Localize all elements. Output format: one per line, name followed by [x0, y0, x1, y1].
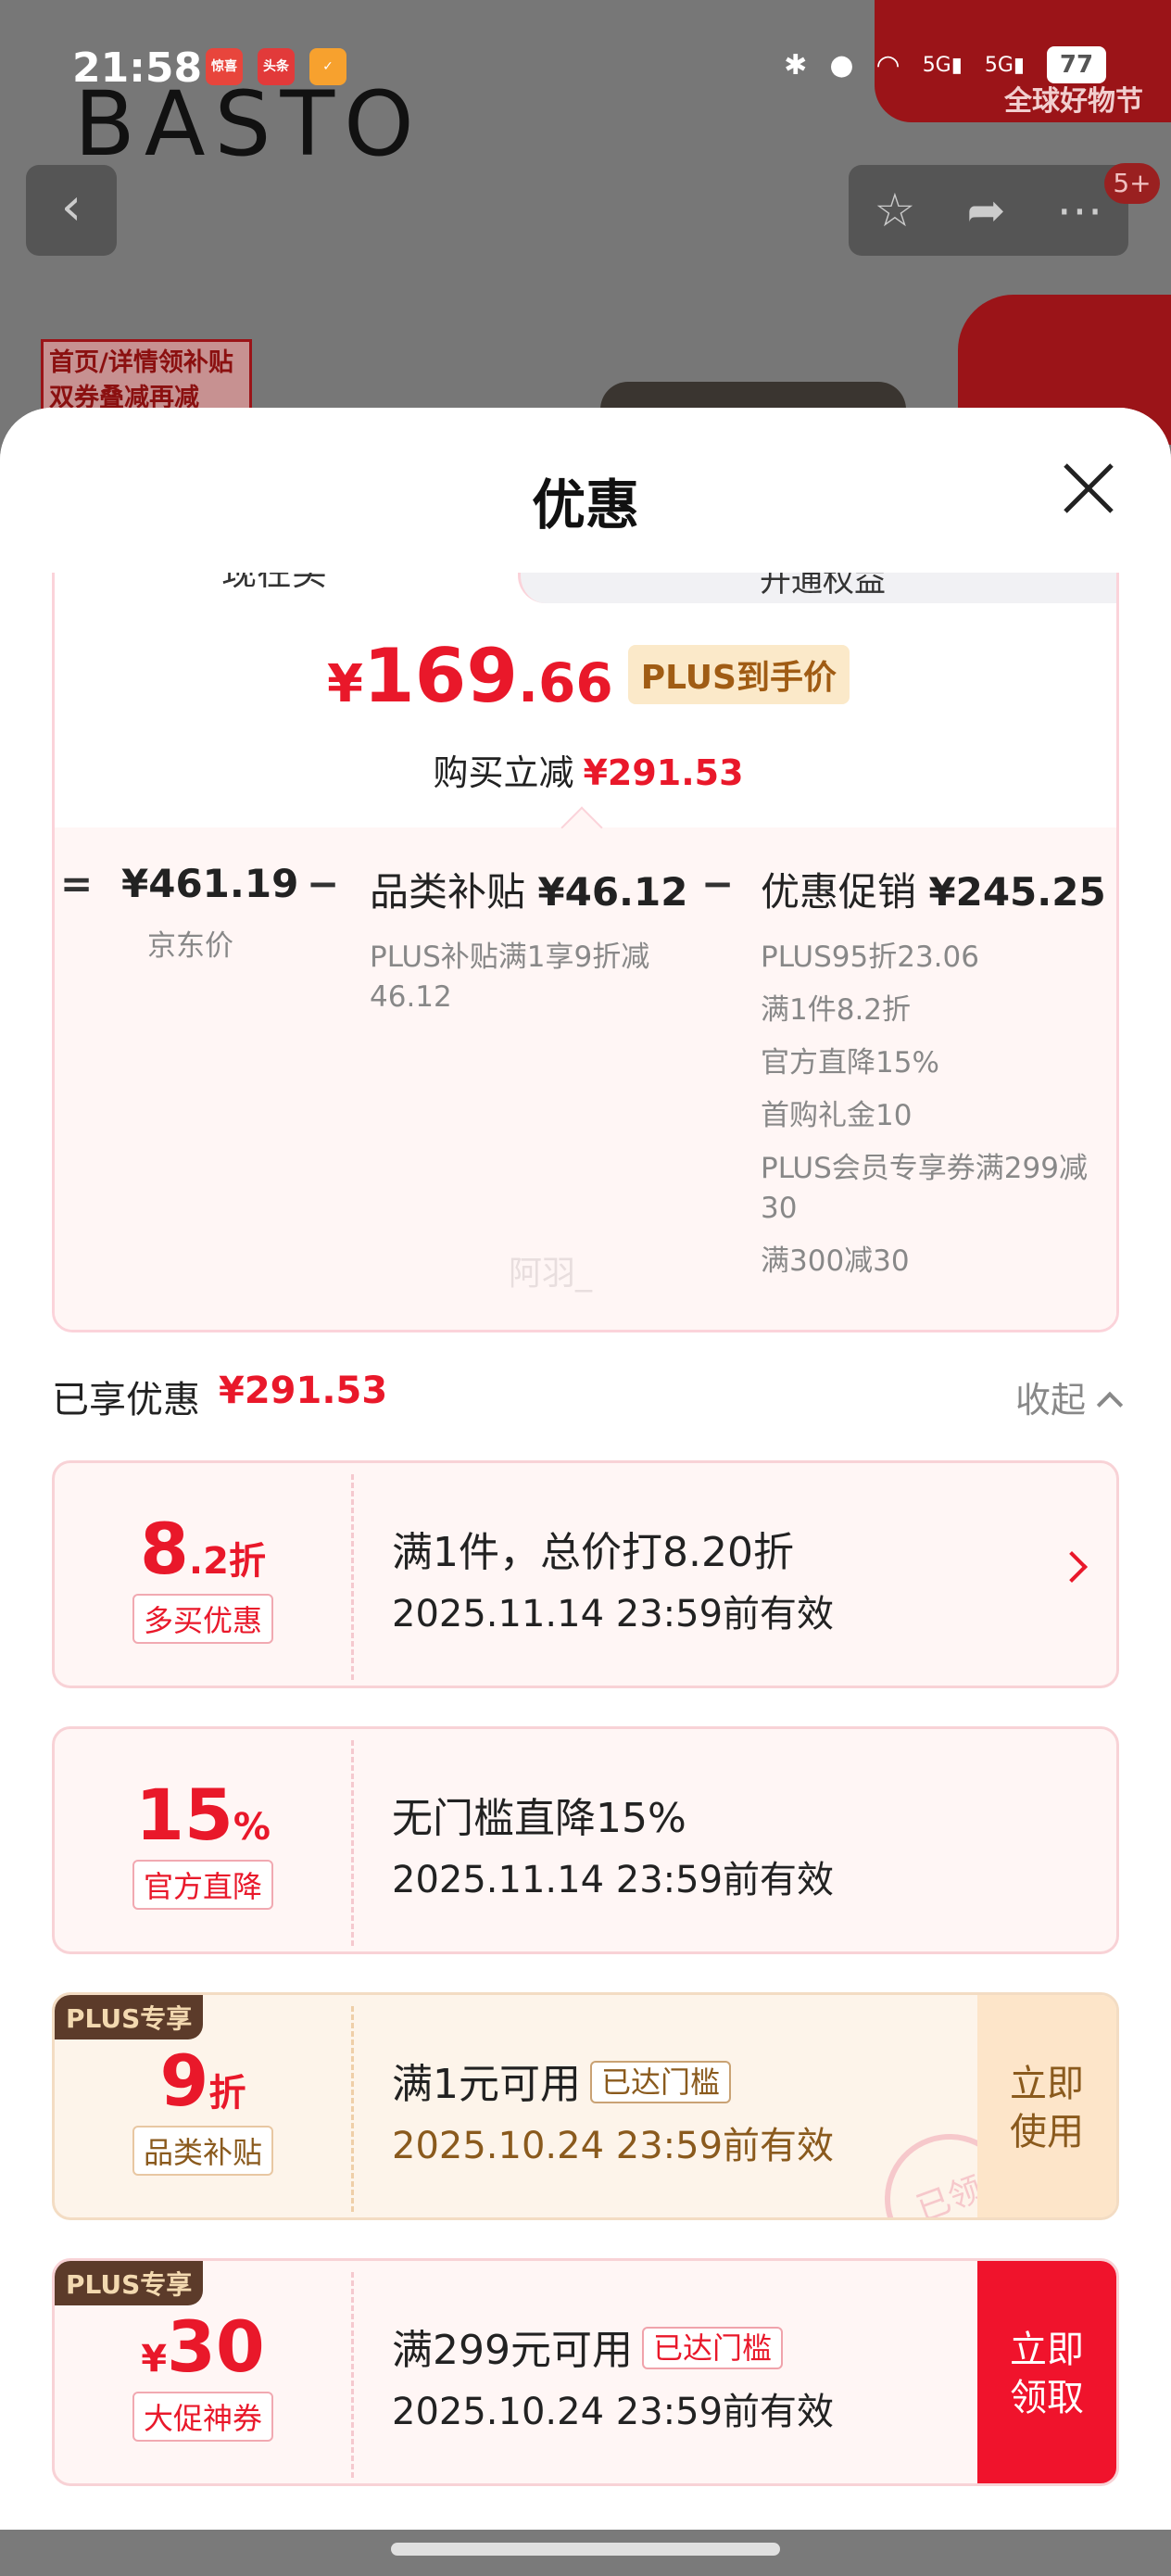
notification-app-icon: 惊喜: [206, 48, 243, 85]
coupon-title: 无门槛直降15%: [392, 1795, 686, 1842]
more-icon[interactable]: ⋯: [1056, 183, 1102, 237]
final-price-row: ¥169.66 PLUS到手价: [55, 633, 1116, 719]
coupon-title: 满299元可用 已达门槛: [392, 2317, 834, 2376]
news-app-icon: 头条: [258, 48, 295, 85]
navigation-area: [0, 2530, 1171, 2576]
enjoyed-amount: ¥291.53: [219, 1370, 388, 1412]
coupon-value-area: 9折 品类补贴: [55, 1995, 351, 2217]
favorite-icon[interactable]: ☆: [875, 183, 916, 237]
coupon-official-discount[interactable]: 15% 官方直降 无门槛直降15% 2025.11.14 23:59前有效: [52, 1726, 1119, 1954]
category-subsidy-label: 品类补贴: [370, 869, 526, 915]
coupon-expiry: 2025.10.24 23:59前有效: [392, 2391, 835, 2433]
chevron-right-icon[interactable]: [1056, 1551, 1088, 1583]
promotion-column: 优惠促销 ¥245.25 PLUS95折23.06 满1件8.2折 官方直降15…: [761, 861, 1106, 1294]
promotion-detail: PLUS会员专享券满299减30: [761, 1152, 1088, 1225]
collapse-button[interactable]: 收起: [1015, 1371, 1124, 1422]
promotion-detail: PLUS95折23.06: [761, 941, 979, 974]
signal-icon: 5G▮: [922, 53, 963, 77]
status-icons: ✱ ● ◠ 5G▮ 5G▮ 77: [784, 46, 1106, 83]
chevron-up-icon: [1096, 1391, 1124, 1419]
close-icon: [1064, 463, 1114, 513]
plus-price-tag: PLUS到手价: [627, 645, 850, 704]
threshold-reached-tag: 已达门槛: [641, 2327, 783, 2369]
promotion-detail: 满300减30: [761, 1244, 910, 1278]
final-price: ¥169.66: [327, 633, 613, 719]
coupon-divider: [351, 1474, 354, 1680]
coupon-expiry: 2025.10.24 23:59前有效: [392, 2125, 835, 2167]
coupon-type-tag: 大促神券: [132, 2392, 273, 2442]
app-icon: ✓: [309, 48, 346, 85]
status-time: 21:58: [72, 44, 203, 92]
sheet-header: 优惠: [0, 408, 1171, 573]
price-breakdown-card: 现在买 开通权益 ¥169.66 PLUS到手价 购买立减 ¥291.53 = ¥4…: [52, 545, 1119, 1332]
use-now-button[interactable]: 立即 使用: [977, 1995, 1116, 2217]
coupon-title: 满1元可用 已达门槛: [392, 2051, 834, 2110]
saving-amount: ¥291.53: [583, 752, 744, 793]
nav-actions: ☆ ➦ ⋯: [849, 165, 1128, 256]
coupon-value: 15%: [135, 1774, 271, 1856]
enjoyed-label: 已享优惠: [52, 1379, 200, 1421]
promotion-detail: 首购礼金10: [761, 1099, 913, 1132]
gesture-bar[interactable]: [391, 2543, 780, 2556]
claim-now-button[interactable]: 立即 领取: [977, 2261, 1116, 2483]
product-page-background: 全球好物节 BASTO 21:58 惊喜 头条 ✓ ✱ ● ◠ 5G▮ 5G▮ …: [0, 0, 1171, 445]
coupon-info: 满1件，总价打8.20折 2025.11.14 23:59前有效: [392, 1519, 834, 1637]
coupon-type-tag: 官方直降: [132, 1860, 273, 1910]
coupon-value: 8.2折: [140, 1508, 266, 1590]
minus-sign: −: [307, 861, 340, 906]
threshold-reached-tag: 已达门槛: [590, 2061, 732, 2103]
coupon-info: 无门槛直降15% 2025.11.14 23:59前有效: [392, 1785, 834, 1903]
jd-price-label: 京东价: [147, 929, 233, 963]
status-bar: 21:58 惊喜 头条 ✓ ✱ ● ◠ 5G▮ 5G▮ 77: [0, 37, 1171, 102]
coupon-value: ¥30: [141, 2305, 265, 2388]
promotion-label: 优惠促销: [761, 869, 917, 915]
coupon-expiry: 2025.11.14 23:59前有效: [392, 1859, 835, 1901]
jd-price-column: ¥461.19 京东价: [121, 861, 298, 979]
coupon-value-area: 15% 官方直降: [55, 1729, 351, 1951]
minus-sign-2: −: [701, 861, 735, 906]
formula-notch: [560, 806, 603, 849]
category-subsidy-detail: PLUS补贴满1享9折减46.12: [370, 941, 650, 1014]
coupon-value-area: 8.2折 多买优惠: [55, 1463, 351, 1686]
category-subsidy-amount: ¥46.12: [537, 869, 688, 915]
watermark: 阿羽_: [509, 1255, 593, 1293]
signal-icon-2: 5G▮: [984, 53, 1025, 77]
coupon-divider: [351, 2006, 354, 2212]
coupon-multi-buy[interactable]: 8.2折 多买优惠 满1件，总价打8.20折 2025.11.14 23:59前…: [52, 1460, 1119, 1688]
bluetooth-icon: ✱: [784, 48, 808, 82]
saving-row: 购买立减 ¥291.53: [55, 744, 1116, 795]
discount-sheet: 优惠 现在买 开通权益 ¥169.66PLUS到手价 购买立减¥291.53: [0, 408, 1171, 2530]
price-formula: = ¥461.19 京东价 − 品类补贴 ¥46.12 PLUS补贴满1享9折减…: [55, 806, 1116, 1330]
wifi-icon: ◠: [875, 48, 900, 82]
sheet-title: 优惠: [531, 474, 639, 537]
coupon-value-area: ¥30 大促神券: [55, 2261, 351, 2483]
cart-badge: 5+: [1104, 163, 1160, 204]
coupon-title: 满1件，总价打8.20折: [392, 1529, 794, 1576]
coupon-divider: [351, 2272, 354, 2478]
sheet-body: 现在买 开通权益 ¥169.66 PLUS到手价 购买立减 ¥291.53 = ¥4…: [0, 545, 1171, 2530]
saving-label: 购买立减: [433, 752, 574, 793]
category-subsidy-column: 品类补贴 ¥46.12 PLUS补贴满1享9折减46.12: [370, 861, 687, 1030]
coupon-info: 满299元可用 已达门槛 2025.10.24 23:59前有效: [392, 2317, 834, 2435]
coupon-expiry: 2025.11.14 23:59前有效: [392, 1593, 835, 1635]
coupon-type-tag: 品类补贴: [132, 2126, 273, 2176]
promotion-amount: ¥245.25: [928, 869, 1106, 915]
coupon-value: 9折: [159, 2039, 246, 2122]
enjoyed-discount-row: 已享优惠 ¥291.53 收起: [52, 1370, 1124, 1425]
coupon-plus-big-promo: PLUS专享 ¥30 大促神券 满299元可用 已达门槛 2025.10.24 2…: [52, 2258, 1119, 2486]
battery-icon: 77: [1047, 46, 1106, 83]
coupon-plus-category: PLUS专享 9折 品类补贴 满1元可用 已达门槛 2025.10.24 23:5…: [52, 1992, 1119, 2220]
coupon-divider: [351, 1740, 354, 1946]
coupon-type-tag: 多买优惠: [132, 1594, 273, 1644]
promotion-detail: 满1件8.2折: [761, 993, 912, 1027]
share-icon[interactable]: ➦: [966, 183, 1005, 237]
equals-sign: =: [60, 861, 94, 906]
jd-price: ¥461.19: [121, 861, 299, 906]
close-button[interactable]: [1056, 456, 1121, 521]
coupon-info: 满1元可用 已达门槛 2025.10.24 23:59前有效: [392, 2051, 834, 2169]
location-icon: ●: [829, 48, 854, 82]
promotion-detail: 官方直降15%: [761, 1046, 939, 1080]
back-button[interactable]: ‹: [26, 165, 117, 256]
